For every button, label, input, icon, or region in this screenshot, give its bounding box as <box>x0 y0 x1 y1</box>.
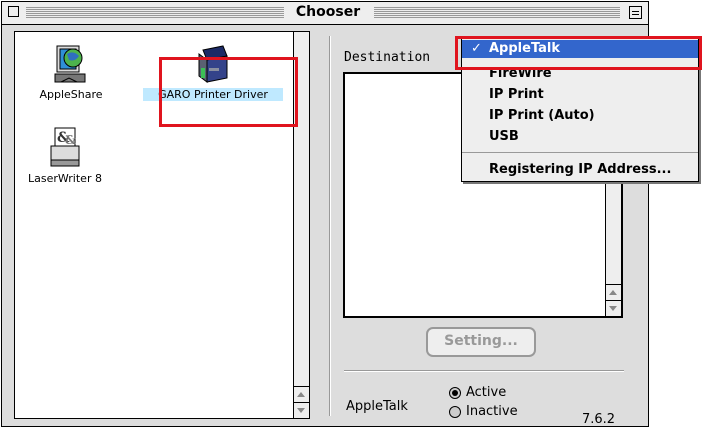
setting-button[interactable]: Setting... <box>426 327 536 357</box>
svg-text:&: & <box>65 133 76 147</box>
title-stripes-right <box>374 7 620 18</box>
radio-label-inactive: Inactive <box>466 404 518 419</box>
scroll-down-arrow[interactable] <box>294 402 309 418</box>
window-title: Chooser <box>292 4 364 20</box>
title-bar[interactable]: Chooser <box>2 2 648 25</box>
version-text: 7.6.2 <box>582 412 616 427</box>
menu-separator <box>462 152 698 153</box>
title-stripes-left <box>26 7 284 18</box>
appletalk-active-radio[interactable]: Active <box>449 385 506 400</box>
destination-label: Destination <box>344 50 431 65</box>
menu-item-ip-print-auto[interactable]: IP Print (Auto) <box>462 107 698 125</box>
scroll-down-arrow[interactable] <box>606 300 621 316</box>
scroll-up-arrow[interactable] <box>606 284 621 300</box>
driver-label: AppleShare <box>39 88 103 101</box>
up-arrow-icon <box>297 392 305 397</box>
menu-item-ip-print[interactable]: IP Print <box>462 86 698 104</box>
highlight-box-printer-driver <box>159 57 298 127</box>
down-arrow-icon <box>297 408 305 413</box>
radio-unselected-icon[interactable] <box>449 405 461 418</box>
up-arrow-icon <box>609 290 617 295</box>
separator-highlight <box>344 371 624 372</box>
collapse-box[interactable] <box>629 6 642 19</box>
driver-laserwriter[interactable]: & & LaserWriter 8 <box>17 126 113 185</box>
radio-selected-icon[interactable] <box>449 386 461 399</box>
down-arrow-icon <box>609 306 617 311</box>
appletalk-inactive-radio[interactable]: Inactive <box>449 404 518 419</box>
appletalk-label: AppleTalk <box>346 399 408 414</box>
close-box[interactable] <box>8 6 19 17</box>
radio-label-active: Active <box>466 385 507 400</box>
appleshare-icon <box>54 45 86 83</box>
driver-appleshare[interactable]: AppleShare <box>31 42 111 101</box>
highlight-box-appletalk <box>455 36 702 70</box>
menu-item-registering-ip[interactable]: Registering IP Address... <box>462 161 698 179</box>
menu-item-usb[interactable]: USB <box>462 128 698 146</box>
pane-divider-highlight <box>330 36 331 416</box>
laserwriter-icon: & & <box>50 127 80 167</box>
driver-label: LaserWriter 8 <box>28 172 102 185</box>
scroll-up-arrow[interactable] <box>294 386 309 402</box>
